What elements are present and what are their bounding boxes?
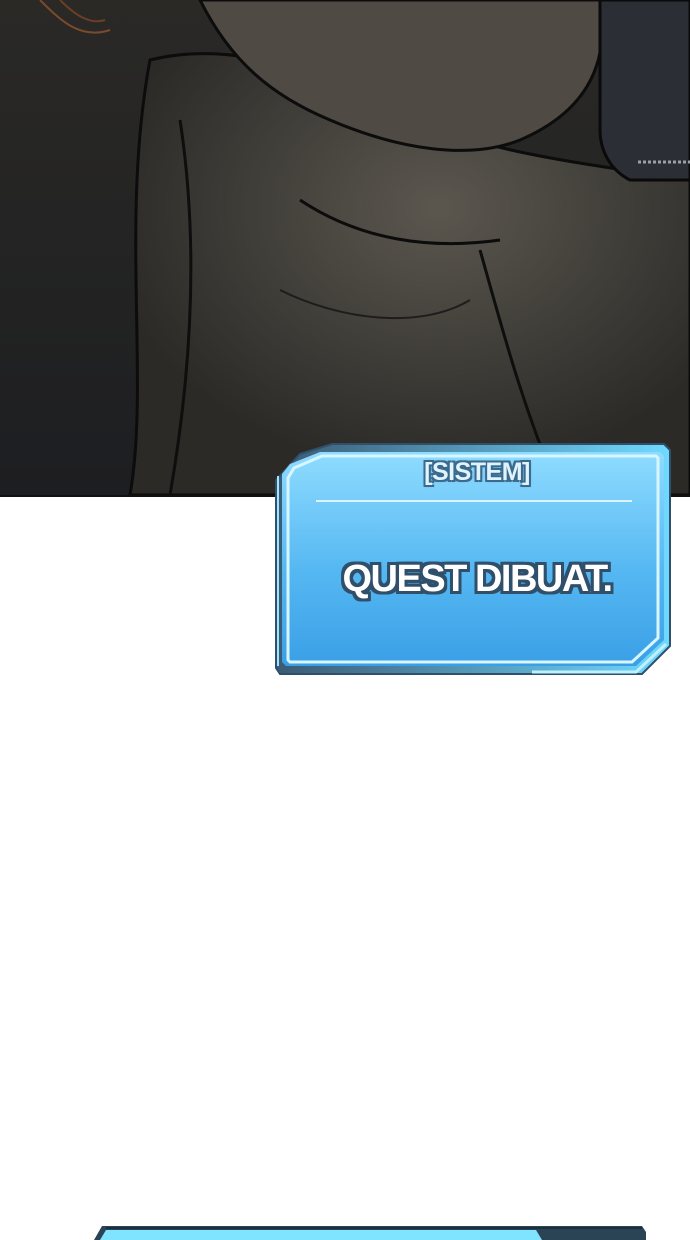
system-header: [SISTEM]	[424, 458, 530, 486]
next-system-window-partial	[86, 1222, 652, 1240]
system-divider	[316, 500, 632, 502]
earpiece-device	[598, 0, 690, 182]
system-notification-window: [SISTEM] QUEST DIBUAT.	[272, 440, 680, 680]
next-window-frame	[94, 1226, 646, 1240]
system-message: QUEST DIBUAT.	[342, 558, 613, 600]
comic-panel	[0, 0, 690, 497]
comic-page: [SISTEM] QUEST DIBUAT.	[0, 0, 690, 1240]
panel-illustration	[0, 0, 690, 495]
